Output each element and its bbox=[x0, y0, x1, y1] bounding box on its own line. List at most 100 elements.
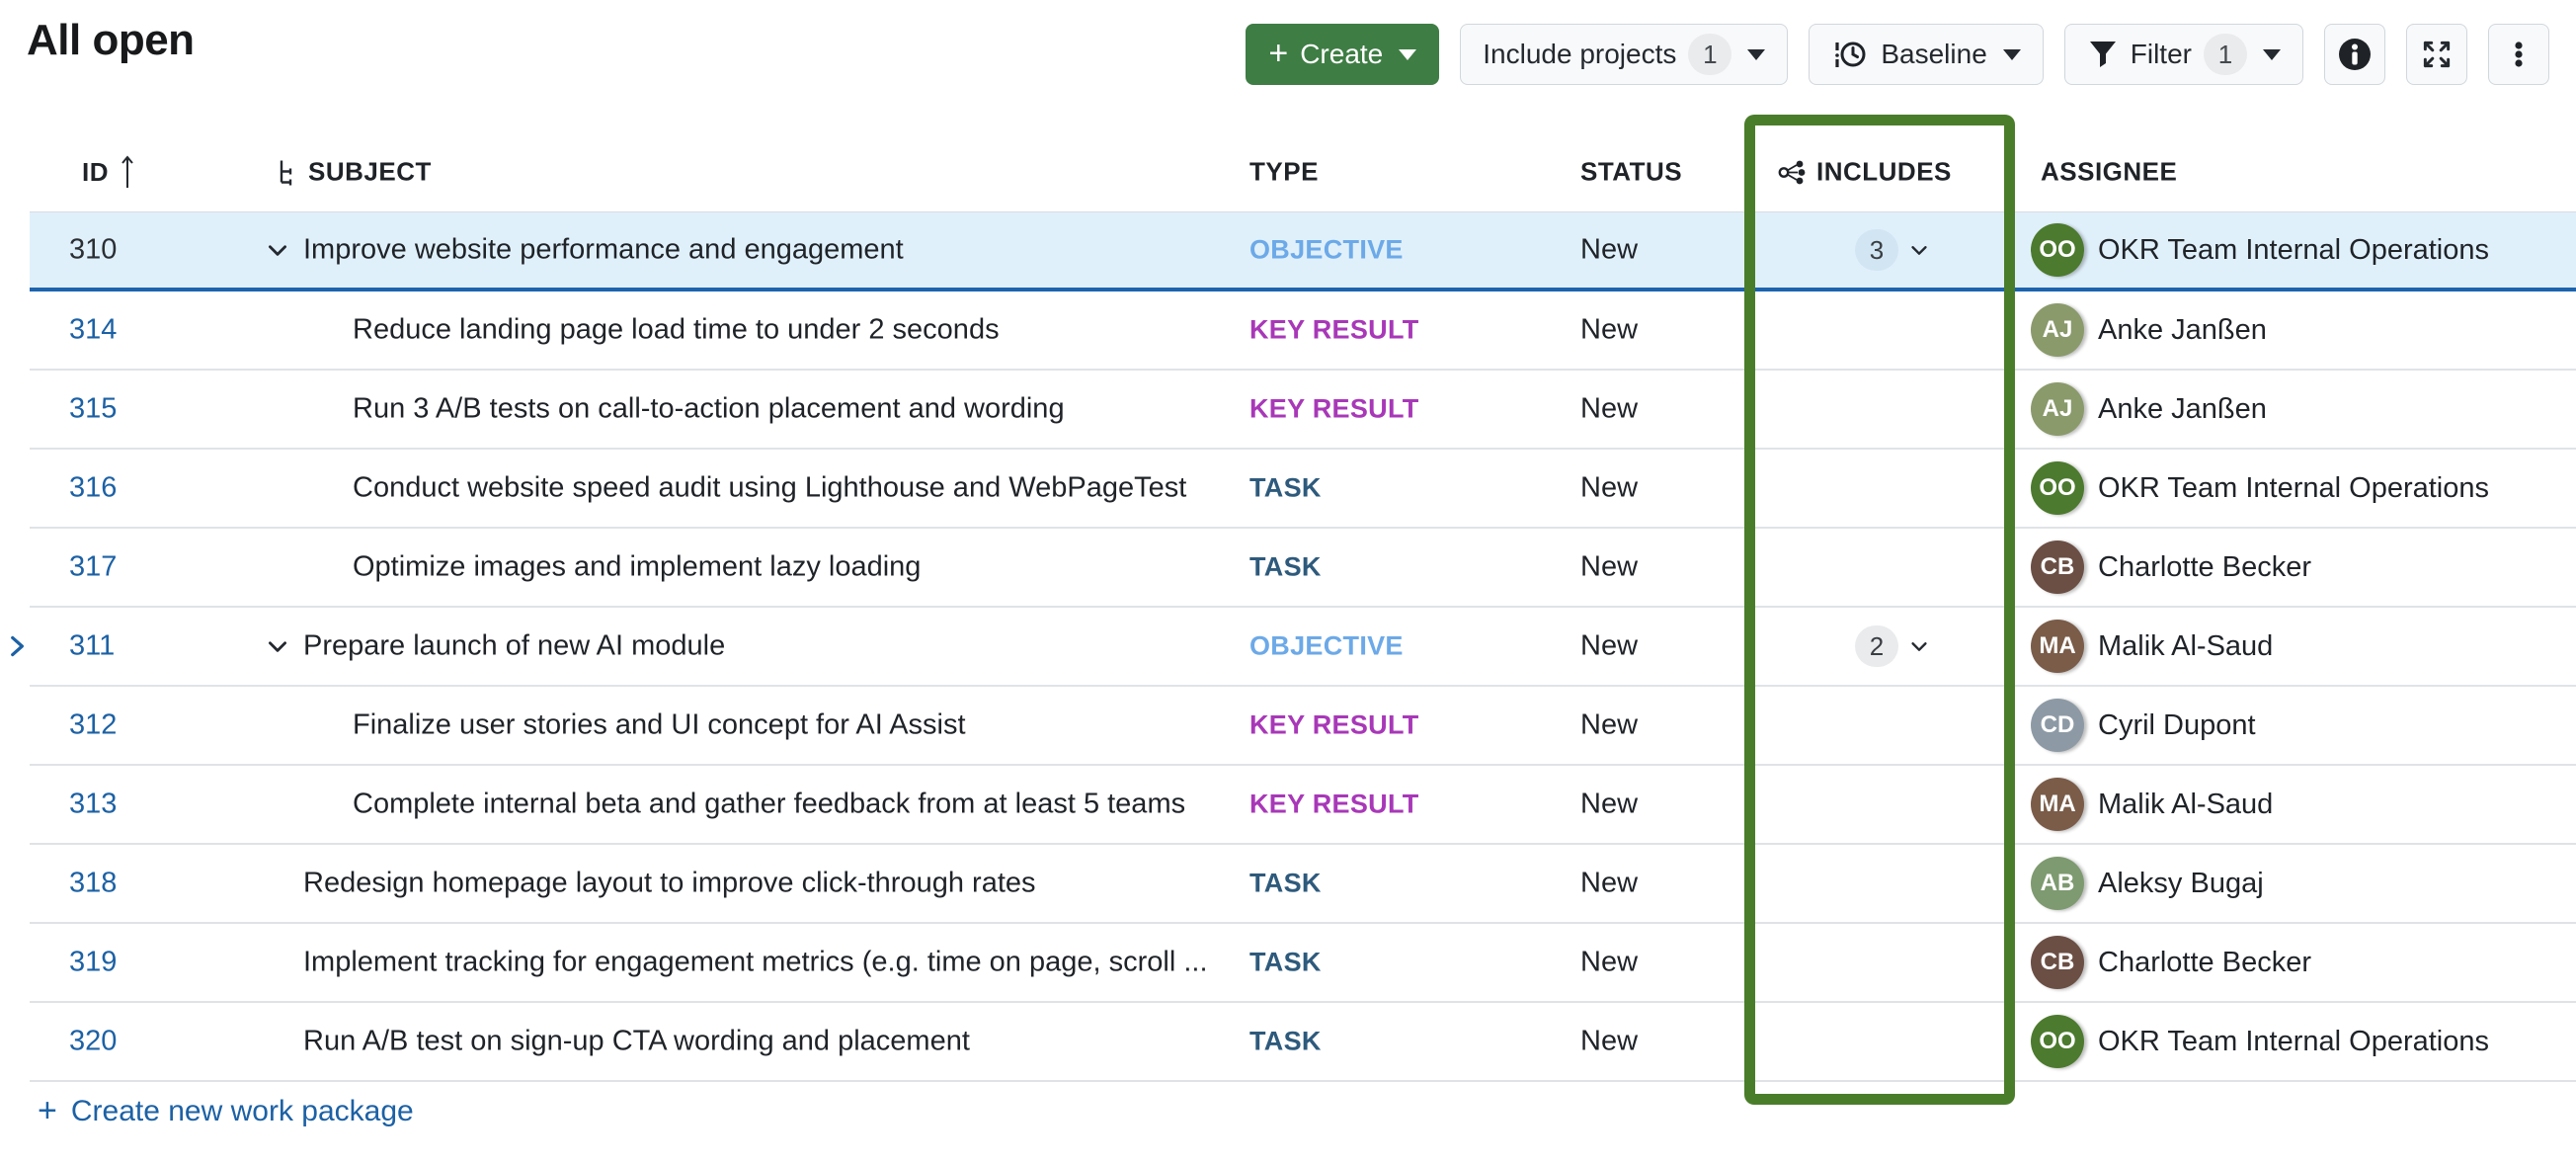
type-label: KEY RESULT bbox=[1249, 315, 1419, 346]
includes-count-dropdown[interactable]: 2 bbox=[1855, 625, 1930, 667]
baseline-label: Baseline bbox=[1881, 39, 1986, 70]
work-package-id-link[interactable]: 313 bbox=[69, 789, 117, 821]
includes-count-dropdown[interactable]: 3 bbox=[1855, 229, 1930, 271]
status-label: New bbox=[1580, 472, 1638, 505]
work-package-id-link[interactable]: 314 bbox=[69, 314, 117, 347]
status-label: New bbox=[1580, 709, 1638, 742]
column-header-assignee[interactable]: ASSIGNEE bbox=[2041, 157, 2177, 188]
work-package-id-link[interactable]: 318 bbox=[69, 868, 117, 900]
work-package-id-link[interactable]: 315 bbox=[69, 393, 117, 426]
relations-icon bbox=[1777, 157, 1807, 187]
collapse-children-chevron-icon[interactable] bbox=[265, 633, 290, 659]
work-package-id-link[interactable]: 312 bbox=[69, 709, 117, 742]
plus-icon: + bbox=[1268, 37, 1288, 70]
assignee-cell: CD Cyril Dupont bbox=[2031, 699, 2256, 752]
work-package-id-link[interactable]: 320 bbox=[69, 1026, 117, 1058]
table-row[interactable]: 310Improve website performance and engag… bbox=[30, 212, 2576, 291]
subject-text: Optimize images and implement lazy loadi… bbox=[353, 551, 921, 584]
kebab-menu-icon bbox=[2502, 38, 2536, 71]
collapse-children-chevron-icon[interactable] bbox=[265, 237, 290, 263]
assignee-name[interactable]: OKR Team Internal Operations bbox=[2098, 472, 2489, 505]
assignee-cell: MA Malik Al-Saud bbox=[2031, 620, 2273, 673]
type-label: KEY RESULT bbox=[1249, 394, 1419, 425]
filter-label: Filter bbox=[2131, 39, 2192, 70]
type-label: TASK bbox=[1249, 948, 1322, 978]
table-row[interactable]: 318Redesign homepage layout to improve c… bbox=[30, 845, 2576, 924]
assignee-cell: MA Malik Al-Saud bbox=[2031, 778, 2273, 831]
subject-text: Run A/B test on sign-up CTA wording and … bbox=[303, 1026, 970, 1058]
chevron-down-icon bbox=[1747, 49, 1765, 60]
assignee-name[interactable]: Malik Al-Saud bbox=[2098, 789, 2273, 821]
assignee-cell: OO OKR Team Internal Operations bbox=[2031, 223, 2489, 277]
status-label: New bbox=[1580, 234, 1638, 267]
chevron-down-icon bbox=[1908, 239, 1930, 261]
create-button[interactable]: + Create bbox=[1246, 24, 1439, 85]
assignee-name[interactable]: OKR Team Internal Operations bbox=[2098, 1026, 2489, 1058]
table-row[interactable]: 314Reduce landing page load time to unde… bbox=[30, 291, 2576, 371]
work-package-id-link[interactable]: 310 bbox=[69, 234, 117, 267]
column-header-subject-label: SUBJECT bbox=[308, 157, 432, 188]
assignee-name[interactable]: Anke Janßen bbox=[2098, 314, 2267, 347]
column-header-includes[interactable]: INCLUDES bbox=[1777, 157, 1952, 188]
column-header-assignee-label: ASSIGNEE bbox=[2041, 157, 2177, 188]
type-label: TASK bbox=[1249, 869, 1322, 899]
page-title: All open bbox=[27, 16, 195, 65]
assignee-name[interactable]: Charlotte Becker bbox=[2098, 551, 2311, 584]
type-label: TASK bbox=[1249, 552, 1322, 583]
assignee-avatar: OO bbox=[2031, 461, 2084, 515]
assignee-cell: AJAnke Janßen bbox=[2031, 303, 2267, 357]
status-label: New bbox=[1580, 1026, 1638, 1058]
status-label: New bbox=[1580, 551, 1638, 584]
column-header-status[interactable]: STATUS bbox=[1580, 157, 1682, 188]
assignee-name[interactable]: Anke Janßen bbox=[2098, 393, 2267, 426]
include-projects-button[interactable]: Include projects 1 bbox=[1460, 24, 1788, 85]
type-label: TASK bbox=[1249, 473, 1322, 504]
work-package-id-link[interactable]: 317 bbox=[69, 551, 117, 584]
create-new-work-package-link[interactable]: + Create new work package bbox=[38, 1095, 414, 1128]
table-body: 310Improve website performance and engag… bbox=[30, 212, 2576, 1082]
table-row[interactable]: 317 Optimize images and implement lazy lo… bbox=[30, 529, 2576, 608]
toolbar: + Create Include projects 1 Baseline Fil… bbox=[1246, 24, 2549, 85]
table-row[interactable]: 315Run 3 A/B tests on call-to-action pla… bbox=[30, 371, 2576, 450]
status-label: New bbox=[1580, 393, 1638, 426]
expand-arrows-icon bbox=[2419, 37, 2455, 72]
column-header-id-label: ID bbox=[82, 157, 109, 188]
info-icon bbox=[2336, 36, 2374, 73]
assignee-name[interactable]: Malik Al-Saud bbox=[2098, 630, 2273, 663]
more-options-button[interactable] bbox=[2488, 24, 2549, 85]
assignee-name[interactable]: Charlotte Becker bbox=[2098, 947, 2311, 979]
work-package-id-link[interactable]: 311 bbox=[69, 630, 115, 663]
assignee-avatar: OO bbox=[2031, 223, 2084, 277]
assignee-avatar: MA bbox=[2031, 620, 2084, 673]
hierarchy-icon bbox=[277, 157, 298, 187]
filter-button[interactable]: Filter 1 bbox=[2064, 24, 2303, 85]
table-row[interactable]: 311Prepare launch of new AI moduleOBJECT… bbox=[30, 608, 2576, 687]
assignee-cell: CBCharlotte Becker bbox=[2031, 936, 2311, 989]
work-package-id-link[interactable]: 319 bbox=[69, 947, 117, 979]
plus-icon: + bbox=[38, 1094, 57, 1127]
table-row[interactable]: 320 Run A/B test on sign-up CTA wording a… bbox=[30, 1003, 2576, 1082]
assignee-avatar: CD bbox=[2031, 699, 2084, 752]
column-header-subject[interactable]: SUBJECT bbox=[277, 157, 432, 188]
table-row[interactable]: 313Complete internal beta and gather fee… bbox=[30, 766, 2576, 845]
column-header-type[interactable]: TYPE bbox=[1249, 157, 1319, 188]
work-package-id-link[interactable]: 316 bbox=[69, 472, 117, 505]
fullscreen-button[interactable] bbox=[2406, 24, 2467, 85]
subject-text: Conduct website speed audit using Lighth… bbox=[353, 472, 1186, 505]
assignee-name[interactable]: OKR Team Internal Operations bbox=[2098, 234, 2489, 267]
assignee-name[interactable]: Aleksy Bugaj bbox=[2098, 868, 2264, 900]
status-label: New bbox=[1580, 789, 1638, 821]
assignee-avatar: OO bbox=[2031, 1015, 2084, 1068]
assignee-avatar: MA bbox=[2031, 778, 2084, 831]
info-button[interactable] bbox=[2324, 24, 2385, 85]
subject-text: Implement tracking for engagement metric… bbox=[303, 947, 1208, 979]
table-row[interactable]: 312 Finalize user stories and UI concept … bbox=[30, 687, 2576, 766]
subject-text: Finalize user stories and UI concept for… bbox=[353, 709, 966, 742]
table-row[interactable]: 319 Implement tracking for engagement met… bbox=[30, 924, 2576, 1003]
table-row[interactable]: 316 Conduct website speed audit using Lig… bbox=[30, 450, 2576, 529]
assignee-name[interactable]: Cyril Dupont bbox=[2098, 709, 2256, 742]
filter-funnel-icon bbox=[2087, 39, 2119, 70]
type-label: KEY RESULT bbox=[1249, 710, 1419, 741]
column-header-id[interactable]: ID bbox=[82, 154, 136, 190]
baseline-button[interactable]: Baseline bbox=[1809, 24, 2043, 85]
